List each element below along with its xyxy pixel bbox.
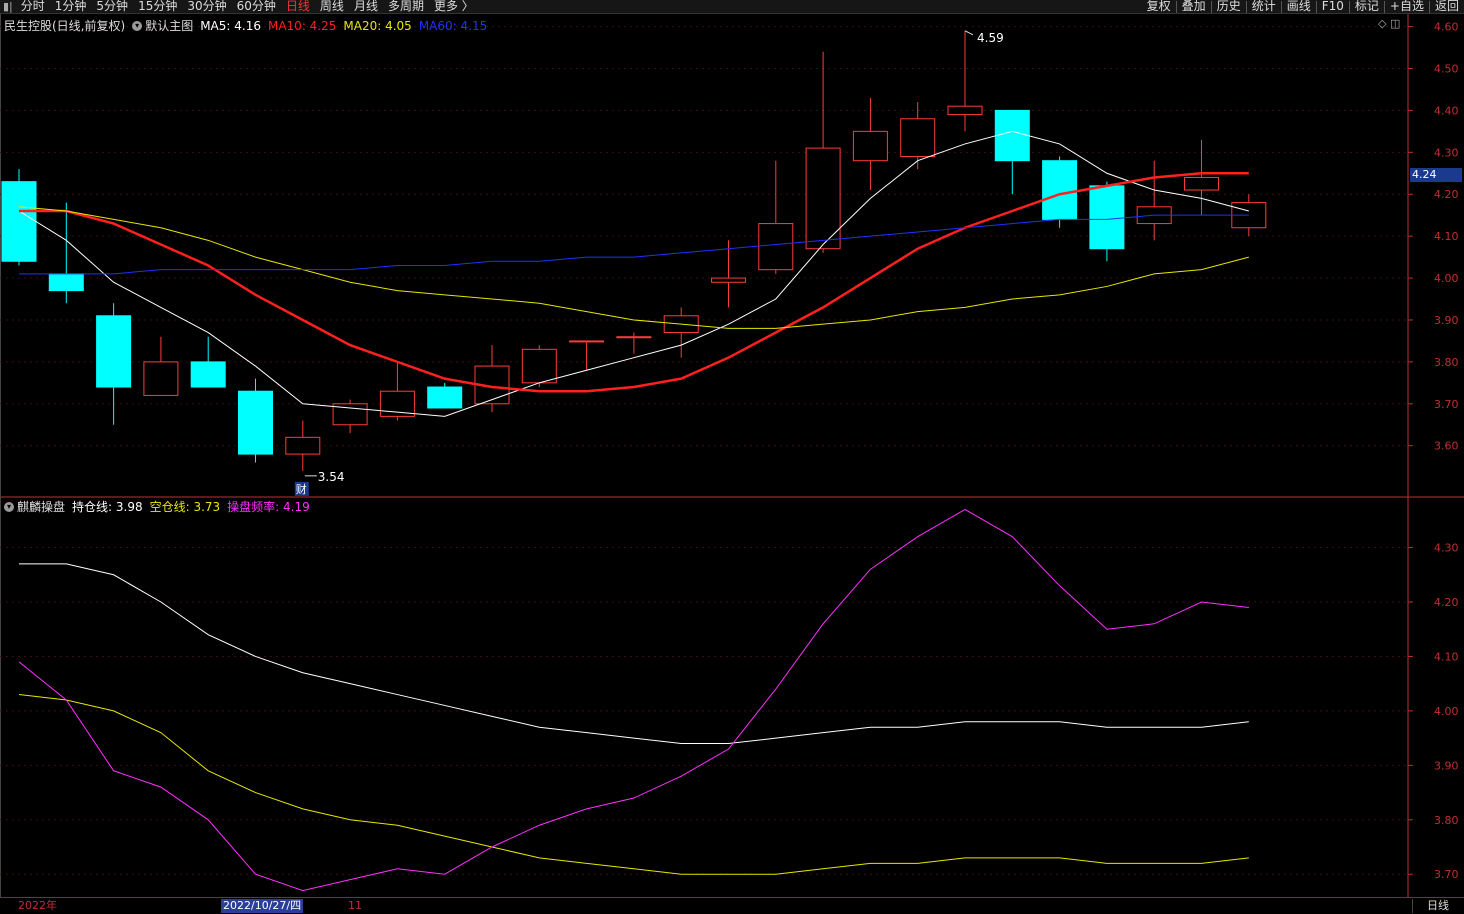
stock-chart: 3.60 3.70 3.80 3.90 4.00 4.10 4.20 4.30 4.40 4.50… xyxy=(0,14,1464,897)
indicator-line-1 xyxy=(18,694,1249,875)
sub-y-tick-label: 4.10 xyxy=(1434,650,1459,663)
period-tab-0[interactable]: 分时 xyxy=(16,0,50,13)
indicator-line-0 xyxy=(19,563,1249,745)
toolbar-button-6[interactable]: 标记 xyxy=(1350,0,1384,13)
sub-y-tick-label: 4.20 xyxy=(1434,596,1459,609)
candle-body-down xyxy=(238,390,273,455)
toolbar-buttons: 复权 叠加 历史 统计 画线 F10 标记 +自选 返回 xyxy=(1142,0,1464,13)
main-y-tick-label: 4.20 xyxy=(1434,188,1459,201)
date-axis-bar: 2022年 2022/10/27/四 11 日线 xyxy=(0,897,1464,914)
template-dropdown-icon[interactable]: ▾ xyxy=(132,20,143,31)
stock-title: 民生控股(日线,前复权) xyxy=(4,19,126,33)
toolbar-button-8[interactable]: 返回 xyxy=(1430,0,1464,13)
toolbar-button-2[interactable]: 历史 xyxy=(1212,0,1246,13)
ma20-label: MA20: 4.05 xyxy=(343,18,412,33)
candle-body-up xyxy=(852,130,888,162)
period-button[interactable]: 日线 xyxy=(1412,899,1463,913)
candle-body-down xyxy=(1042,160,1078,220)
candle-body-up xyxy=(521,348,557,384)
period-tab-2[interactable]: 5分钟 xyxy=(91,0,133,13)
sub-chart-header: ▾ 麒麟操盘 持仓线: 3.98 空仓线: 3.73 操盘频率: 4.19 xyxy=(4,498,317,515)
period-tab-8[interactable]: 月线 xyxy=(349,0,383,13)
year-label: 2022年 xyxy=(18,899,57,912)
period-tabs: ▮| 分时 1分钟 5分钟 15分钟 30分钟 60分钟 日线 周线 月线 多周期 更多 〉 xyxy=(0,0,479,13)
period-tab-1[interactable]: 1分钟 xyxy=(50,0,92,13)
main-chart-header: 民生控股(日线,前复权) ▾ 默认主图 MA5: 4.16 MA10: 4.25… xyxy=(4,17,494,34)
sub-y-tick-label: 4.30 xyxy=(1434,542,1459,555)
period-tab-7[interactable]: 周线 xyxy=(315,0,349,13)
period-toolbar: ▮| 分时 1分钟 5分钟 15分钟 30分钟 60分钟 日线 周线 月线 多周期 更多 〉 复权叠… xyxy=(0,0,1464,14)
candle-body-up xyxy=(143,361,179,396)
candle-body-up xyxy=(947,105,983,116)
toolbar-button-7[interactable]: +自选 xyxy=(1385,0,1429,13)
candle-body-up xyxy=(758,223,794,271)
main-y-tick-label: 3.90 xyxy=(1434,314,1459,327)
template-name[interactable]: 默认主图 xyxy=(145,17,193,34)
main-y-tick-label: 4.10 xyxy=(1434,230,1459,243)
sub-y-tick-label: 3.80 xyxy=(1434,814,1459,827)
candle-body-down xyxy=(1,181,37,262)
diamond-icon[interactable]: ◇ xyxy=(1378,17,1386,30)
candle-body-up xyxy=(616,336,652,339)
candle-body-up xyxy=(569,340,605,343)
ma-line-3 xyxy=(19,214,1249,275)
freq-line-label: 操盘频率: 4.19 xyxy=(227,500,310,514)
current-price-tag: 4.24 xyxy=(1410,168,1462,182)
main-y-tick-label: 3.70 xyxy=(1434,398,1459,411)
candle-body-up xyxy=(805,147,841,250)
main-y-tick-label: 4.00 xyxy=(1434,272,1459,285)
window-icon[interactable]: ◫ xyxy=(1390,17,1400,30)
toolbar-button-1[interactable]: 叠加 xyxy=(1177,0,1211,13)
main-y-tick-label: 4.40 xyxy=(1434,104,1459,117)
candle-body-up xyxy=(1184,176,1219,191)
event-marker-label: 财 xyxy=(296,482,307,496)
period-tab-3[interactable]: 15分钟 xyxy=(133,0,182,13)
toolbar-button-0[interactable]: 复权 xyxy=(1142,0,1176,13)
candle-body-down xyxy=(994,109,1030,162)
period-tab-9[interactable]: 多周期 xyxy=(383,0,429,13)
cursor-date: 2022/10/27/四 xyxy=(221,899,304,913)
candle-body-down xyxy=(427,386,463,409)
main-y-tick-label: 4.60 xyxy=(1434,21,1459,34)
hold-line-label: 持仓线: 3.98 xyxy=(72,500,143,514)
sub-y-tick-label: 3.70 xyxy=(1434,868,1459,881)
toolbar-button-3[interactable]: 统计 xyxy=(1247,0,1281,13)
indicator-dropdown-icon[interactable]: ▾ xyxy=(4,501,14,512)
low-label: 3.54 xyxy=(318,470,345,484)
candle-body-down xyxy=(96,315,132,388)
sub-y-tick-label: 3.90 xyxy=(1434,759,1459,772)
period-tab-4[interactable]: 30分钟 xyxy=(182,0,231,13)
month-label: 11 xyxy=(348,899,362,912)
indicator-name[interactable]: 麒麟操盘 xyxy=(17,498,65,515)
main-y-tick-label: 3.60 xyxy=(1434,440,1459,453)
candle-body-down xyxy=(190,361,226,388)
high-pointer xyxy=(964,30,974,36)
candle-body-up xyxy=(711,277,746,283)
period-tab-5[interactable]: 60分钟 xyxy=(232,0,281,13)
empty-line-label: 空仓线: 3.73 xyxy=(149,500,221,514)
toolbar-button-4[interactable]: 画线 xyxy=(1282,0,1316,13)
candle-body-up xyxy=(285,436,321,455)
candle-body-down xyxy=(1089,185,1125,250)
ma10-label: MA10: 4.25 xyxy=(267,18,337,33)
candle-body-up xyxy=(900,118,936,158)
ma5-label: MA5: 4.16 xyxy=(200,18,261,33)
main-y-tick-label: 4.30 xyxy=(1434,146,1459,159)
toolbar-grip-icon: ▮| xyxy=(3,0,13,13)
main-y-tick-label: 3.80 xyxy=(1434,356,1459,369)
period-tab-10[interactable]: 更多 〉 xyxy=(429,0,479,13)
indicator-line-2 xyxy=(18,508,1249,892)
ma-line-2 xyxy=(18,206,1249,329)
sub-y-tick-label: 4.00 xyxy=(1434,705,1459,718)
toolbar-button-5[interactable]: F10 xyxy=(1317,0,1349,13)
candle-body-down xyxy=(48,273,84,292)
ma60-label: MA60: 4.15 xyxy=(418,18,488,33)
chart-tool-icons: ◇ ◫ xyxy=(1378,17,1400,30)
period-tab-6[interactable]: 日线 xyxy=(281,0,315,13)
high-label: 4.59 xyxy=(977,31,1004,45)
main-y-tick-label: 4.50 xyxy=(1434,62,1459,75)
